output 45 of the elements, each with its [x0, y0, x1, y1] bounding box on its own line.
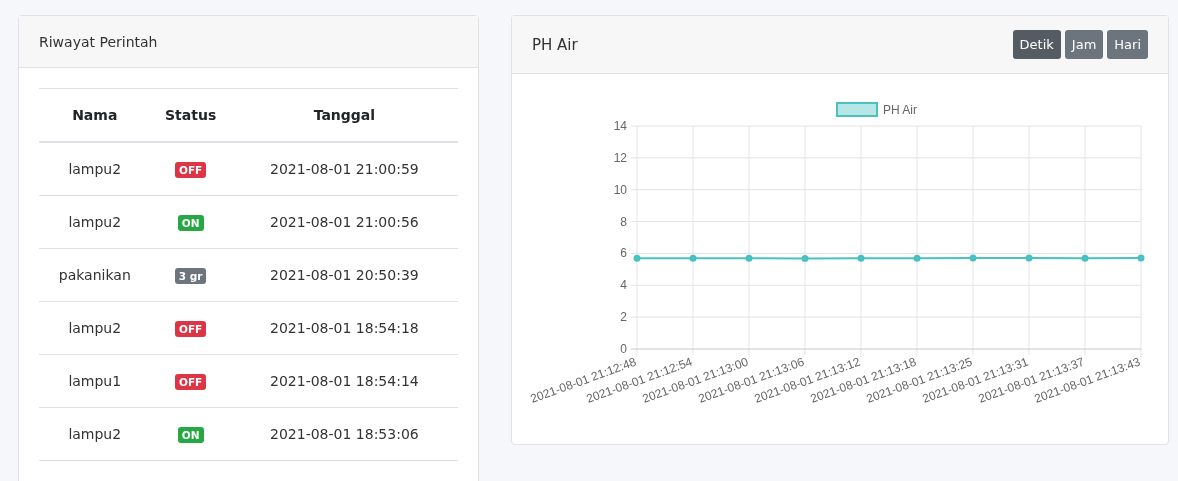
table-cell: pakanikan: [39, 248, 151, 302]
data-point: [913, 254, 921, 262]
column-header: Status: [150, 88, 231, 142]
legend-label: PH Air: [883, 103, 917, 117]
data-point: [857, 254, 865, 262]
y-tick-label: 6: [620, 246, 627, 261]
status-badge: OFF: [175, 162, 207, 178]
table-cell: 2021-08-01 20:50:39: [230, 248, 458, 302]
card-title: PH Air: [532, 35, 578, 54]
table-cell: 2021-08-01 21:00:59: [230, 142, 458, 196]
y-tick-label: 0: [620, 342, 627, 356]
column-header: Nama: [39, 88, 151, 142]
data-point: [969, 254, 977, 262]
data-point: [745, 254, 753, 262]
table-cell: 2021-08-01 21:00:56: [230, 195, 458, 249]
status-badge: OFF: [175, 321, 207, 337]
y-tick-label: 12: [613, 150, 627, 165]
y-tick-label: 2: [620, 310, 627, 325]
status-badge: ON: [177, 427, 204, 443]
data-point: [1081, 254, 1089, 262]
table-cell: lampu2: [39, 142, 151, 196]
table-cell: 2021-08-01 18:54:14: [230, 354, 458, 408]
status-badge: 3 gr: [174, 268, 207, 284]
y-tick-label: 14: [613, 119, 627, 133]
table-cell: 2021-08-01 18:53:06: [230, 407, 458, 461]
table-cell: lampu2: [39, 195, 151, 249]
column-header: Tanggal: [230, 88, 458, 142]
y-tick-label: 8: [620, 214, 627, 229]
range-button[interactable]: Detik: [1012, 30, 1061, 59]
range-button[interactable]: Jam: [1064, 30, 1104, 59]
data-point: [801, 255, 809, 263]
table-cell: 2021-08-01 18:54:18: [230, 301, 458, 355]
table-cell: lampu2: [39, 301, 151, 355]
data-point: [633, 254, 641, 262]
y-tick-label: 10: [613, 182, 627, 197]
data-point: [1025, 254, 1033, 262]
range-button[interactable]: Hari: [1107, 30, 1148, 59]
data-point: [1137, 254, 1145, 262]
table-cell: lampu2: [39, 407, 151, 461]
y-tick-label: 4: [620, 278, 627, 293]
data-point: [689, 254, 697, 262]
card-title: Riwayat Perintah: [39, 33, 158, 50]
table-cell: lampu1: [39, 354, 151, 408]
status-badge: ON: [177, 215, 204, 231]
status-badge: OFF: [175, 374, 207, 390]
